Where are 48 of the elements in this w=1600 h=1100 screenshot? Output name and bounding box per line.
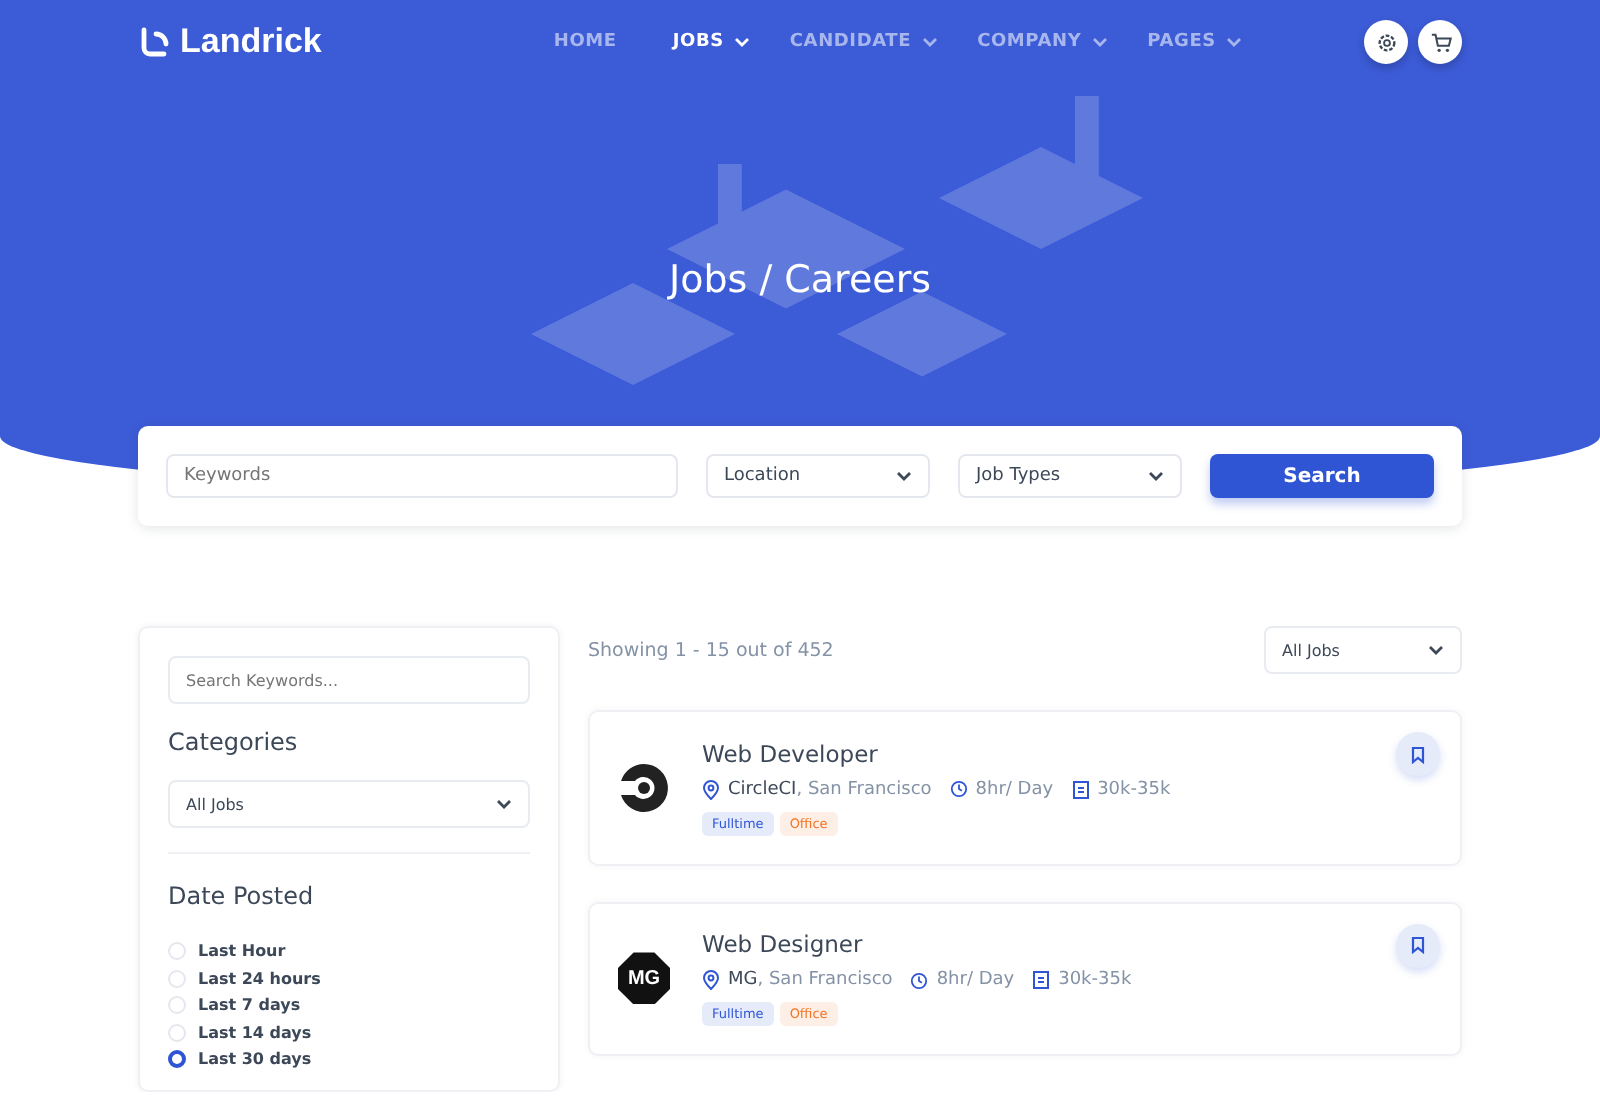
location-select[interactable]: Location [706, 454, 930, 498]
brand-logo[interactable]: Landrick [138, 22, 322, 62]
work-hours: 8hr/ Day [936, 970, 1015, 991]
bookmark-icon [1410, 745, 1426, 763]
date-option[interactable]: Last 30 days [168, 1046, 530, 1073]
location-pin-icon [702, 970, 720, 991]
bookmark-button[interactable] [1396, 732, 1440, 776]
bill-icon [1032, 970, 1051, 991]
nav-link[interactable]: JOBS [652, 32, 770, 52]
logo-icon [138, 26, 170, 58]
job-filter-select[interactable]: All Jobs [1264, 626, 1462, 674]
cart-icon [1429, 31, 1451, 53]
company-logo [616, 759, 672, 816]
bookmark-icon [1410, 936, 1426, 954]
clock-icon [910, 971, 929, 990]
salary: 30k-35k [1097, 779, 1171, 800]
caret-icon [896, 470, 912, 482]
category-select[interactable]: All Jobs [168, 780, 530, 828]
bookmark-button[interactable] [1396, 923, 1440, 967]
radio-button[interactable] [168, 1050, 186, 1069]
job-title[interactable]: Web Designer [702, 930, 863, 959]
keyword-search-field[interactable]: Search Keywords... [168, 656, 530, 704]
work-hours: 8hr/ Day [975, 779, 1054, 800]
keywords-field[interactable]: Keywords [166, 454, 678, 498]
date-option[interactable]: Last Hour [168, 938, 530, 965]
settings-icon [1375, 31, 1397, 53]
bill-icon [1071, 779, 1090, 800]
date-option[interactable]: Last 14 days [168, 1019, 530, 1046]
date-option[interactable]: Last 7 days [168, 992, 530, 1019]
company-logo: MG [618, 952, 670, 1005]
date-posted-heading: Date Posted [168, 882, 316, 910]
results-summary: Showing 1 - 15 out of 452 [588, 639, 834, 661]
page-title: Jobs / Careers [665, 258, 934, 302]
clock-icon [949, 780, 968, 799]
settings-button[interactable] [1364, 20, 1408, 64]
cart-button[interactable] [1418, 20, 1462, 64]
caret-icon [496, 798, 512, 810]
search-button[interactable]: Search [1210, 454, 1434, 498]
company-location: MG, San Francisco [728, 970, 893, 991]
job-type-select[interactable]: Job Types [958, 454, 1182, 498]
categories-heading: Categories [168, 728, 300, 756]
caret-icon [1148, 470, 1164, 482]
date-option[interactable]: Last 24 hours [168, 965, 530, 992]
salary: 30k-35k [1058, 970, 1132, 991]
job-title[interactable]: Web Developer [702, 739, 878, 768]
location-pin-icon [702, 779, 720, 800]
caret-icon [1428, 644, 1444, 656]
company-location: CircleCI, San Francisco [728, 779, 932, 800]
